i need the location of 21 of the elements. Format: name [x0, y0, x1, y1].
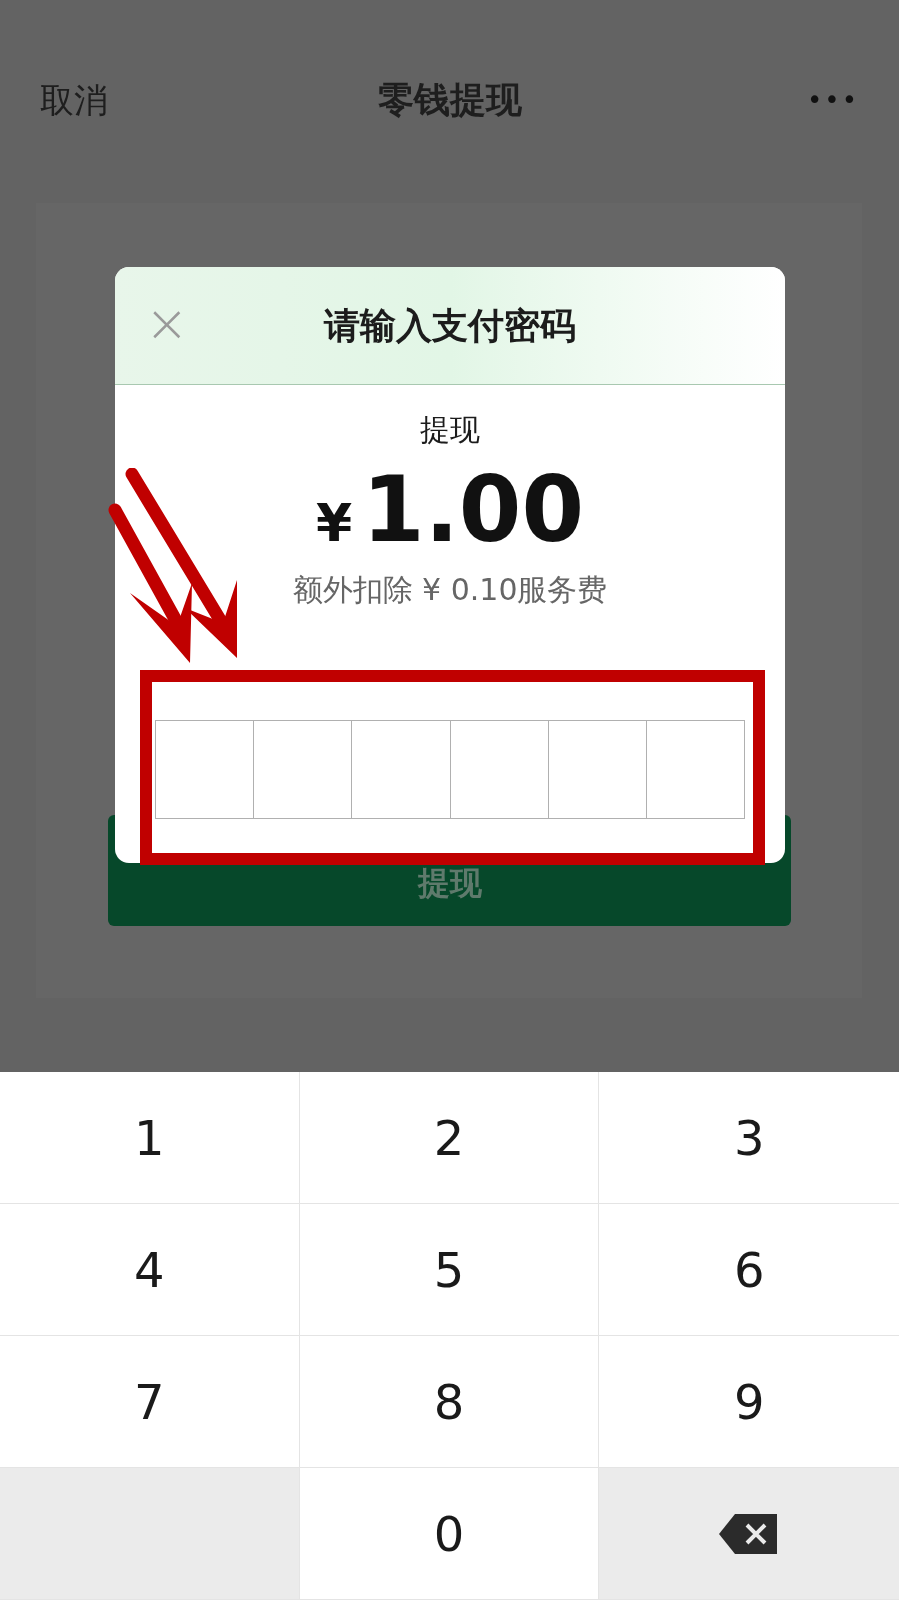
backspace-key[interactable]: [599, 1468, 899, 1600]
digit-key[interactable]: 0: [299, 1468, 600, 1600]
password-cell[interactable]: [547, 720, 647, 819]
password-cell[interactable]: [253, 720, 353, 819]
currency-symbol: ¥: [315, 497, 353, 549]
password-cell[interactable]: [351, 720, 451, 819]
dialog-title: 请输入支付密码: [324, 303, 576, 348]
digit-key[interactable]: 8: [299, 1336, 600, 1468]
withdraw-label: 提现: [420, 415, 480, 445]
digit-key[interactable]: 2: [299, 1072, 600, 1204]
password-cell[interactable]: [155, 720, 255, 819]
password-field[interactable]: [155, 720, 745, 819]
digit-key[interactable]: 1: [0, 1072, 300, 1204]
fee-text: 额外扣除 ¥ 0.10服务费: [292, 575, 608, 605]
password-cell[interactable]: [449, 720, 549, 819]
digit-key[interactable]: 7: [0, 1336, 300, 1468]
password-cell[interactable]: [645, 720, 746, 819]
amount-value: 1.00: [362, 465, 585, 555]
digit-key[interactable]: 5: [299, 1204, 600, 1336]
digit-key[interactable]: 4: [0, 1204, 300, 1336]
page-title: 零钱提现: [377, 78, 522, 122]
